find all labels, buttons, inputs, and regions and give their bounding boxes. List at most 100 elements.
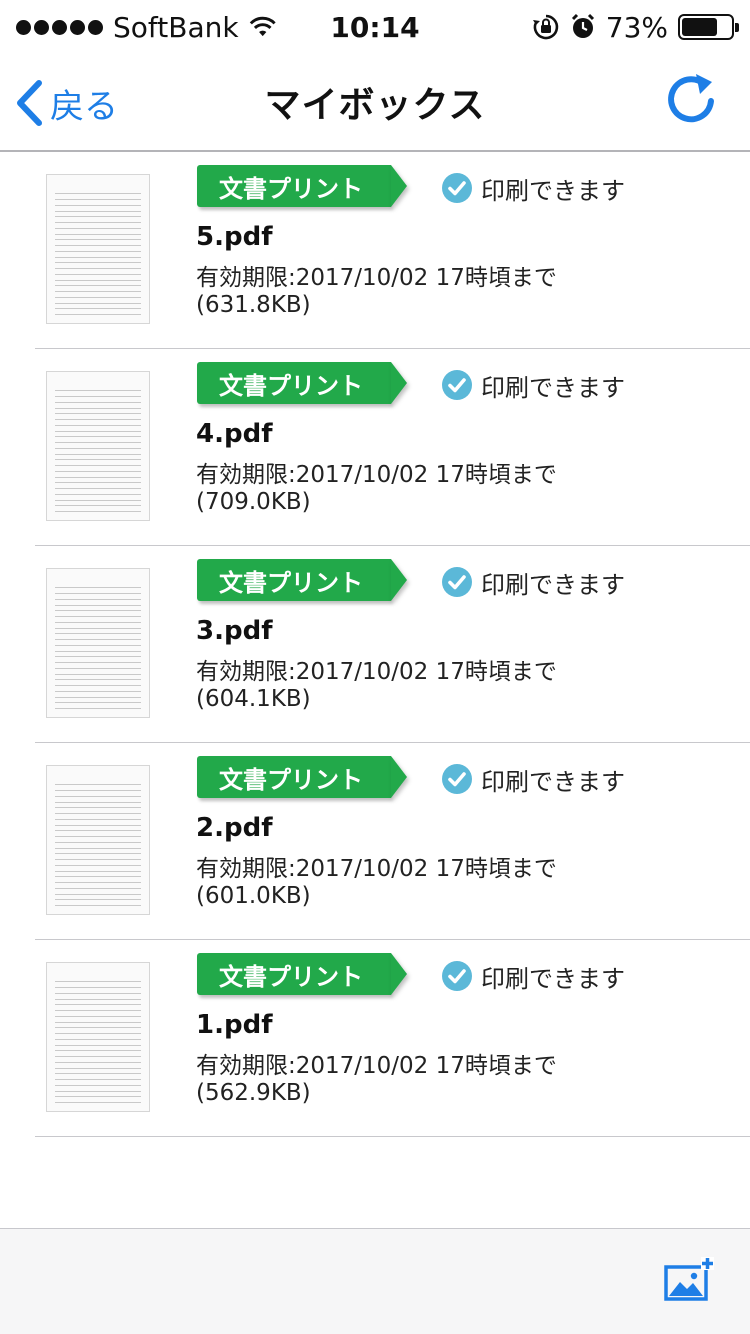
file-expiry: 有効期限:2017/10/02 17時頃まで [196,462,557,488]
rotation-lock-icon [532,14,558,40]
thumbnail-staff-line [55,807,141,814]
file-name: 4.pdf [196,419,273,449]
file-thumbnail [46,765,150,915]
thumbnail-staff-line [55,795,141,803]
thumbnail-staff-line [55,390,141,397]
status-left: SoftBank [16,11,276,44]
file-name: 1.pdf [196,1010,273,1040]
thumbnail-staff-line [55,610,141,617]
thumbnail-staff-line [55,285,141,292]
thumbnail-staff-line [55,493,141,501]
thumbnail-staff-line [55,644,141,652]
thumbnail-staff-line [55,482,141,489]
file-expiry: 有効期限:2017/10/02 17時頃まで [196,856,557,882]
bottom-toolbar [0,1228,750,1334]
file-list-item-3[interactable]: 文書プリント 印刷できます 3.pdf 有効期限:2017/10/02 17時頃… [35,546,750,743]
thumbnail-staff-line [55,853,141,860]
thumbnail-staff-line [55,784,141,791]
check-circle-icon [442,961,472,991]
print-status-label: 印刷できます [481,176,625,205]
doc-print-badge: 文書プリント [197,559,407,601]
file-thumbnail [46,962,150,1112]
badge-arrow [391,362,407,404]
thumbnail-staff-line [55,1073,141,1080]
file-list-item-2[interactable]: 文書プリント 印刷できます 4.pdf 有効期限:2017/10/02 17時頃… [35,349,750,546]
file-size: (562.9KB) [196,1080,311,1106]
thumbnail-staff-line [55,273,141,281]
thumbnail-staff-line [55,193,141,200]
print-status-label: 印刷できます [481,964,625,993]
thumbnail-staff-line [55,887,141,895]
thumbnail-staff-line [55,1004,141,1011]
thumbnail-staff-line [55,1015,141,1023]
back-button[interactable]: 戻る [14,74,118,132]
thumbnail-staff-line [55,1027,141,1034]
badge-label: 文書プリント [197,362,391,404]
thumbnail-staff-line [55,227,141,235]
thumbnail-staff-line [55,216,141,223]
back-label: 戻る [50,86,118,127]
thumbnail-staff-line [55,401,141,409]
file-size: (604.1KB) [196,686,311,712]
doc-print-badge: 文書プリント [197,362,407,404]
thumbnail-staff-line [55,633,141,640]
print-status-label: 印刷できます [481,373,625,402]
refresh-icon[interactable] [660,70,722,132]
thumbnail-staff-line [55,899,141,906]
thumbnail-staff-line [55,250,141,258]
badge-label: 文書プリント [197,756,391,798]
thumbnail-staff-line [55,1038,141,1046]
thumbnail-staff-line [55,239,141,246]
thumbnail-staff-line [55,864,141,872]
print-status: 印刷できます [441,759,625,799]
battery-fill [681,18,718,36]
print-status: 印刷できます [441,365,625,405]
file-list-item-1[interactable]: 文書プリント 印刷できます 5.pdf 有効期限:2017/10/02 17時頃… [35,152,750,349]
signal-dots-icon [16,19,103,35]
check-circle-icon [442,567,472,597]
status-bar: SoftBank 10:14 73% [0,0,750,54]
alarm-icon [571,13,594,38]
print-status: 印刷できます [441,562,625,602]
check-circle-icon [442,173,472,203]
status-time: 10:14 [330,10,420,44]
wifi-icon [249,16,276,37]
check-circle-icon [442,764,472,794]
file-name: 3.pdf [196,616,273,646]
thumbnail-staff-line [55,424,141,432]
doc-print-badge: 文書プリント [197,756,407,798]
thumbnail-staff-line [55,841,141,849]
doc-print-badge: 文書プリント [197,953,407,995]
thumbnail-staff-line [55,262,141,269]
file-size: (631.8KB) [196,292,311,318]
file-name: 5.pdf [196,222,273,252]
thumbnail-staff-line [55,436,141,443]
thumbnail-staff-line [55,876,141,883]
battery-icon [677,14,739,40]
badge-arrow [391,165,407,207]
print-status-label: 印刷できます [481,767,625,796]
doc-print-badge: 文書プリント [197,165,407,207]
thumbnail-staff-line [55,447,141,455]
thumbnail-staff-line [55,459,141,466]
file-thumbnail [46,371,150,521]
file-list-item-4[interactable]: 文書プリント 印刷できます 2.pdf 有効期限:2017/10/02 17時頃… [35,743,750,940]
file-size: (601.0KB) [196,883,311,909]
file-list: 文書プリント 印刷できます 5.pdf 有効期限:2017/10/02 17時頃… [0,152,750,1137]
file-expiry: 有効期限:2017/10/02 17時頃まで [196,265,557,291]
thumbnail-staff-line [55,296,141,304]
badge-arrow [391,559,407,601]
thumbnail-staff-line [55,679,141,686]
carrier-name: SoftBank [113,10,239,44]
print-status: 印刷できます [441,956,625,996]
thumbnail-staff-line [55,818,141,826]
print-status: 印刷できます [441,168,625,208]
print-status-label: 印刷できます [481,570,625,599]
check-circle-icon [442,370,472,400]
file-list-item-5[interactable]: 文書プリント 印刷できます 1.pdf 有効期限:2017/10/02 17時頃… [35,940,750,1137]
page-title: マイボックス [264,85,486,126]
thumbnail-staff-line [55,981,141,988]
thumbnail-staff-line [55,587,141,594]
thumbnail-staff-line [55,413,141,420]
add-image-icon[interactable] [664,1257,714,1303]
